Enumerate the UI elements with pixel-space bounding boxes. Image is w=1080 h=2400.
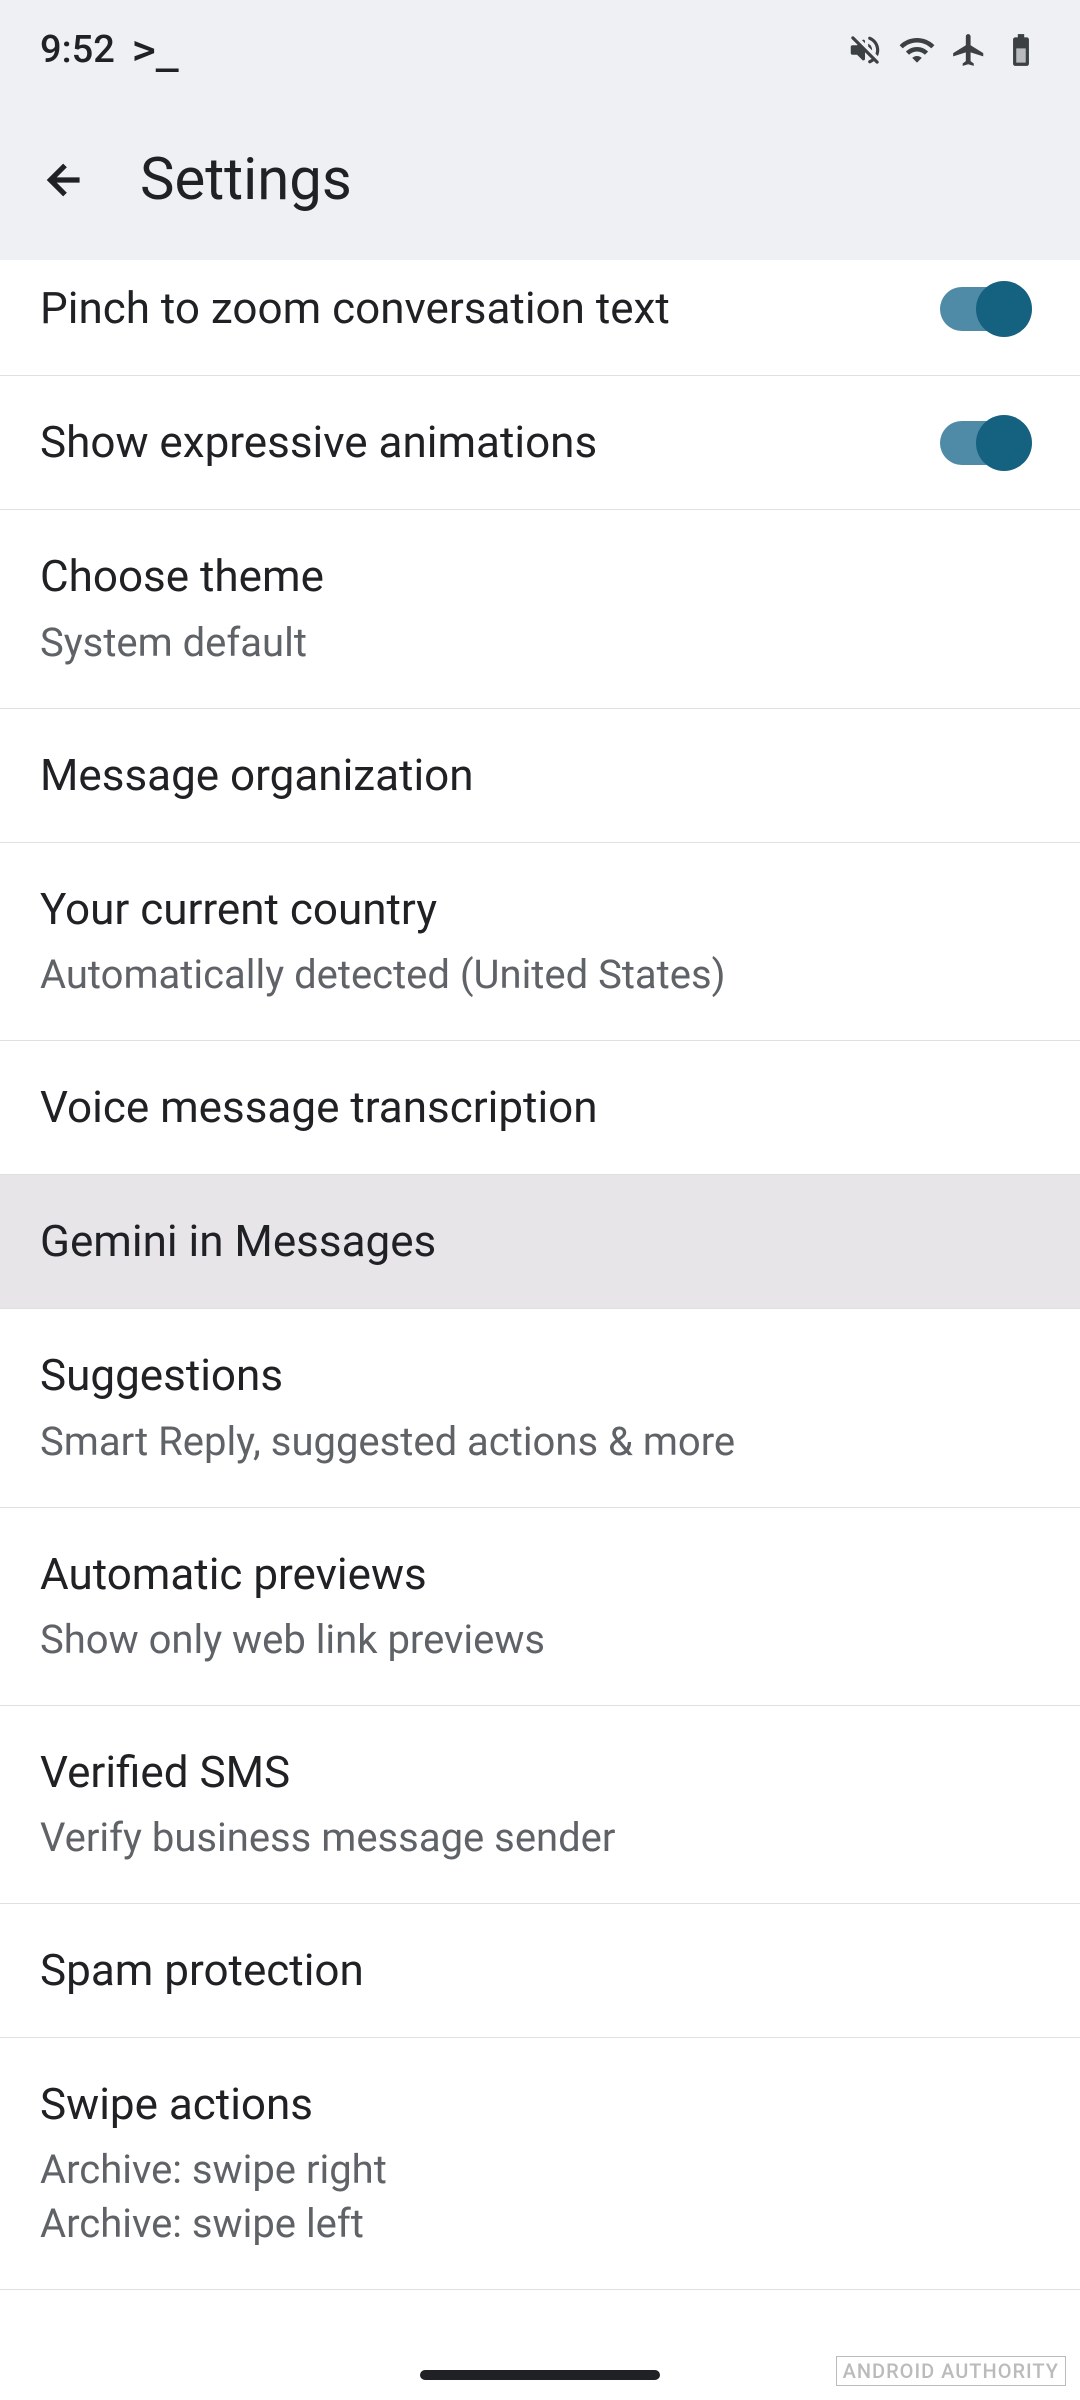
setting-suggestions[interactable]: Suggestions Smart Reply, suggested actio… — [0, 1309, 1080, 1507]
setting-subtitle: Smart Reply, suggested actions & more — [40, 1415, 1040, 1469]
setting-verified-sms[interactable]: Verified SMS Verify business message sen… — [0, 1706, 1080, 1904]
setting-automatic-previews[interactable]: Automatic previews Show only web link pr… — [0, 1508, 1080, 1706]
setting-voice-transcription[interactable]: Voice message transcription — [0, 1041, 1080, 1175]
battery-icon — [1002, 31, 1040, 69]
setting-title: Automatic previews — [40, 1546, 1040, 1603]
setting-title: Message organization — [40, 747, 1040, 804]
settings-list: Pinch to zoom conversation text Show exp… — [0, 260, 1080, 2290]
status-right — [846, 31, 1040, 69]
setting-title: Swipe actions — [40, 2076, 1040, 2133]
setting-subtitle-1: Archive: swipe right — [40, 2143, 1040, 2197]
mute-icon — [846, 31, 884, 69]
app-bar: Settings — [0, 100, 1080, 260]
setting-title: Gemini in Messages — [40, 1213, 1040, 1270]
setting-subtitle: Verify business message sender — [40, 1811, 1040, 1865]
setting-subtitle: Show only web link previews — [40, 1613, 1040, 1667]
setting-title: Suggestions — [40, 1347, 1040, 1404]
setting-current-country[interactable]: Your current country Automatically detec… — [0, 843, 1080, 1041]
watermark: ANDROID AUTHORITY — [836, 2356, 1066, 2386]
airplane-icon — [950, 31, 988, 69]
setting-title: Voice message transcription — [40, 1079, 1040, 1136]
setting-pinch-zoom[interactable]: Pinch to zoom conversation text — [0, 260, 1080, 376]
setting-choose-theme[interactable]: Choose theme System default — [0, 510, 1080, 708]
terminal-prompt-icon: >_ — [133, 28, 179, 72]
setting-spam-protection[interactable]: Spam protection — [0, 1904, 1080, 2038]
setting-subtitle: System default — [40, 616, 1040, 670]
status-time: 9:52 — [40, 28, 115, 72]
pinch-zoom-toggle[interactable] — [940, 287, 1026, 331]
setting-swipe-actions[interactable]: Swipe actions Archive: swipe right Archi… — [0, 2038, 1080, 2290]
expressive-animations-toggle[interactable] — [940, 421, 1026, 465]
setting-title: Pinch to zoom conversation text — [40, 280, 940, 337]
setting-subtitle-2: Archive: swipe left — [40, 2197, 1040, 2251]
setting-title: Verified SMS — [40, 1744, 1040, 1801]
status-bar: 9:52 >_ — [0, 0, 1080, 100]
setting-title: Show expressive animations — [40, 414, 940, 471]
setting-gemini-messages[interactable]: Gemini in Messages — [0, 1175, 1080, 1309]
setting-title: Choose theme — [40, 548, 1040, 605]
setting-title: Your current country — [40, 881, 1040, 938]
status-left: 9:52 >_ — [40, 28, 179, 72]
back-arrow-icon[interactable] — [40, 155, 90, 205]
wifi-icon — [898, 31, 936, 69]
setting-title: Spam protection — [40, 1942, 1040, 1999]
setting-subtitle: Automatically detected (United States) — [40, 948, 1040, 1002]
setting-message-organization[interactable]: Message organization — [0, 709, 1080, 843]
page-title: Settings — [140, 146, 352, 214]
nav-indicator[interactable] — [420, 2370, 660, 2380]
setting-expressive-animations[interactable]: Show expressive animations — [0, 376, 1080, 510]
